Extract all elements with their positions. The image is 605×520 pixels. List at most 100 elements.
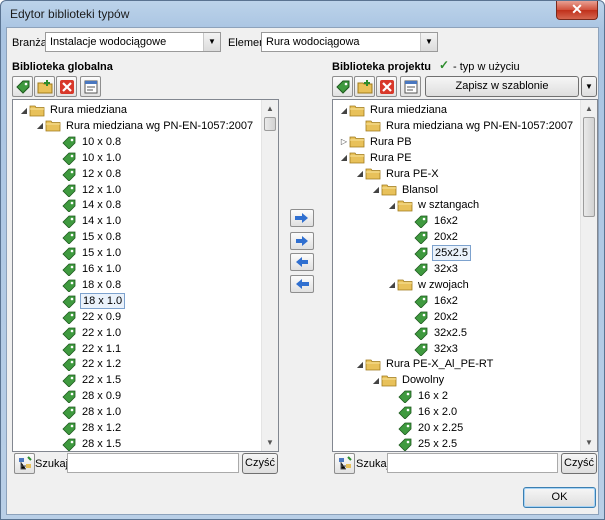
project-delete-button[interactable] [376, 76, 397, 97]
tree-folder-item[interactable]: ◢ w sztangach [387, 197, 481, 213]
folder-icon [397, 198, 413, 212]
tree-type-item[interactable]: 16x2 [403, 293, 460, 309]
global-search-input[interactable] [67, 453, 239, 473]
tree-type-item[interactable]: 10 x 1.0 [51, 150, 123, 166]
tree-folder-item[interactable]: ◢ Rura PE-X_Al_PE-RT [355, 356, 495, 372]
tree-folder-item[interactable]: Rura miedziana wg PN-EN-1057:2007 [355, 118, 575, 134]
tree-type-item[interactable]: 18 x 1.0 [51, 292, 126, 309]
project-add-type-button[interactable] [332, 76, 353, 97]
close-button[interactable]: ✕ [556, 1, 598, 20]
scroll-up-icon[interactable]: ▲ [262, 100, 278, 117]
project-tree[interactable]: ◢ Rura miedziana Rura miedziana wg PN-EN-1… [332, 99, 598, 452]
tree-type-item[interactable]: 20 x 2.25 [387, 420, 465, 436]
expanded-arrow-icon[interactable]: ◢ [387, 280, 397, 289]
chevron-down-icon: ▼ [585, 82, 593, 91]
tree-folder-item[interactable]: ◢ Rura miedziana wg PN-EN-1057:2007 [35, 118, 255, 134]
tree-type-item[interactable]: 22 x 1.1 [51, 341, 123, 357]
project-tree-scrollbar[interactable]: ▲ ▼ [580, 100, 597, 451]
tree-type-item[interactable]: 15 x 1.0 [51, 245, 123, 261]
branza-dropdown[interactable]: Instalacje wodociągowe ▼ [45, 32, 221, 52]
tree-type-item[interactable]: 14 x 1.0 [51, 213, 123, 229]
expanded-arrow-icon[interactable]: ◢ [371, 376, 381, 385]
tree-folder-item[interactable]: ◢ Rura miedziana [339, 102, 449, 118]
tree-item-label: Rura miedziana [370, 104, 448, 116]
tree-type-item[interactable]: 25x2.5 [403, 245, 472, 262]
tree-type-item[interactable]: 28 x 0.9 [51, 388, 123, 404]
copy-to-project-button[interactable] [290, 232, 314, 250]
copy-all-to-project-button[interactable] [290, 209, 314, 227]
save-template-menu-button[interactable]: ▼ [581, 76, 597, 97]
save-template-button[interactable]: Zapisz w szablonie [425, 76, 579, 97]
scroll-down-icon[interactable]: ▼ [262, 434, 278, 451]
tree-type-item[interactable]: 28 x 1.2 [51, 420, 123, 436]
tree-type-item[interactable]: 16 x 2 [387, 388, 450, 404]
tree-item-label: Rura miedziana wg PN-EN-1057:2007 [386, 119, 574, 132]
tree-type-item[interactable]: 14 x 0.8 [51, 197, 123, 213]
tree-item-label: w sztangach [418, 199, 480, 212]
global-tree[interactable]: ◢ Rura miedziana ◢ Rura miedziana wg PN-EN-… [12, 99, 279, 452]
collapsed-arrow-icon[interactable]: ▷ [339, 137, 349, 146]
copy-all-to-global-button[interactable] [290, 275, 314, 293]
tree-type-item[interactable]: 18 x 0.8 [51, 277, 123, 293]
search-options-button[interactable] [14, 453, 35, 474]
add-folder-button[interactable] [34, 76, 55, 97]
add-type-button[interactable] [12, 76, 33, 97]
expanded-arrow-icon[interactable]: ◢ [35, 121, 45, 130]
expanded-arrow-icon[interactable]: ◢ [387, 201, 397, 210]
tree-type-item[interactable]: 20x2 [403, 309, 460, 325]
element-dropdown[interactable]: Rura wodociągowa ▼ [261, 32, 438, 52]
copy-to-global-button[interactable] [290, 253, 314, 271]
expanded-arrow-icon[interactable]: ◢ [371, 185, 381, 194]
tree-type-item[interactable]: 28 x 1.0 [51, 404, 123, 420]
project-add-folder-button[interactable] [354, 76, 375, 97]
tree-type-item[interactable]: 20x2 [403, 229, 460, 245]
double-arrow-right-icon [295, 213, 308, 223]
project-search-input[interactable] [387, 453, 558, 473]
tree-type-item[interactable]: 32x2.5 [403, 325, 469, 341]
check-icon: ✓ [439, 58, 450, 72]
tree-item-label: 16x2 [434, 215, 458, 228]
tree-type-item[interactable]: 32x3 [403, 261, 460, 277]
expanded-arrow-icon[interactable]: ◢ [339, 153, 349, 162]
tree-type-item[interactable]: 15 x 0.8 [51, 229, 123, 245]
tree-type-item[interactable]: 32x3 [403, 341, 460, 357]
ok-button[interactable]: OK [523, 487, 596, 508]
tree-type-item[interactable]: 28 x 1.5 [51, 436, 123, 451]
tree-item-label: 28 x 1.0 [82, 406, 122, 419]
tree-type-item[interactable]: 22 x 0.9 [51, 309, 123, 325]
global-tree-scrollbar[interactable]: ▲ ▼ [261, 100, 278, 451]
tree-folder-item[interactable]: ◢ Dowolny [371, 372, 446, 388]
tree-type-item[interactable]: 25 x 2.5 [387, 436, 459, 451]
project-clear-button[interactable]: Czyść [561, 453, 597, 474]
tree-folder-item[interactable]: ◢ Rura PE [339, 150, 414, 166]
scroll-thumb[interactable] [264, 117, 276, 131]
expanded-arrow-icon[interactable]: ◢ [19, 106, 29, 115]
tree-item-label: Dowolny [402, 374, 445, 387]
tree-type-item[interactable]: 12 x 1.0 [51, 182, 123, 198]
tree-type-item[interactable]: 12 x 0.8 [51, 166, 123, 182]
tree-folder-item[interactable]: ◢ Rura miedziana [19, 102, 129, 118]
tree-type-item[interactable]: 10 x 0.8 [51, 134, 123, 150]
tree-type-item[interactable]: 22 x 1.0 [51, 325, 123, 341]
global-clear-button[interactable]: Czyść [242, 453, 278, 474]
tree-folder-item[interactable]: ◢ w zwojach [387, 277, 471, 293]
tree-type-item[interactable]: 16 x 2.0 [387, 404, 459, 420]
expanded-arrow-icon[interactable]: ◢ [355, 169, 365, 178]
scroll-thumb[interactable] [583, 117, 595, 217]
project-search-options-button[interactable] [334, 453, 355, 474]
tree-folder-item[interactable]: ◢ Blansol [371, 182, 440, 198]
scroll-up-icon[interactable]: ▲ [581, 100, 597, 117]
properties-button[interactable] [80, 76, 101, 97]
scroll-down-icon[interactable]: ▼ [581, 434, 597, 451]
delete-button[interactable] [56, 76, 77, 97]
expanded-arrow-icon[interactable]: ◢ [339, 106, 349, 115]
tree-type-item[interactable]: 16 x 1.0 [51, 261, 123, 277]
tree-folder-item[interactable]: ◢ Rura PE-X [355, 166, 441, 182]
project-properties-button[interactable] [400, 76, 421, 97]
add-tag-icon [335, 80, 349, 94]
tree-type-item[interactable]: 22 x 1.2 [51, 356, 123, 372]
tree-type-item[interactable]: 16x2 [403, 213, 460, 229]
expanded-arrow-icon[interactable]: ◢ [355, 360, 365, 369]
tree-folder-item[interactable]: ▷ Rura PB [339, 134, 414, 150]
tree-type-item[interactable]: 22 x 1.5 [51, 372, 123, 388]
